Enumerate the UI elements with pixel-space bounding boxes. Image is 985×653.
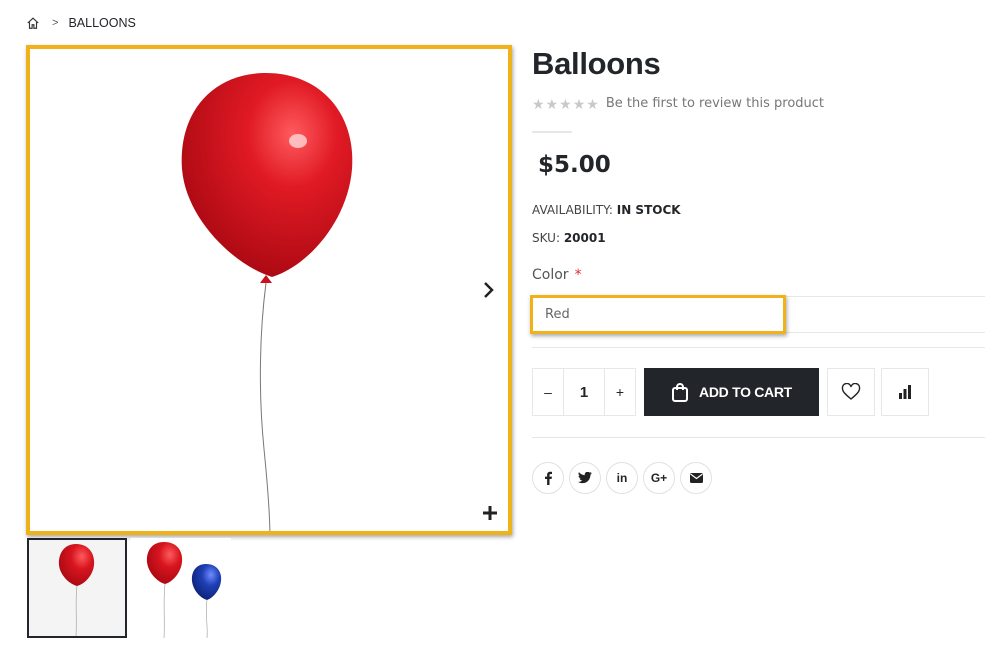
zoom-plus-icon[interactable] — [482, 505, 498, 521]
add-to-cart-button[interactable]: ADD TO CART — [644, 368, 819, 416]
divider — [532, 437, 985, 438]
google-plus-share-button[interactable]: G+ — [643, 462, 675, 494]
availability: AVAILABILITY: IN STOCK — [532, 203, 681, 217]
thumbnail-1[interactable] — [27, 538, 127, 638]
product-title: Balloons — [532, 46, 661, 81]
envelope-icon — [689, 473, 703, 483]
next-image-arrow-icon[interactable] — [482, 279, 496, 301]
star-icon: ★ — [559, 95, 572, 112]
thumbnail-red-blue-balloons-image — [146, 542, 222, 638]
divider — [532, 347, 985, 348]
wishlist-button[interactable] — [827, 368, 875, 416]
required-marker: * — [574, 267, 582, 283]
breadcrumb-separator: > — [52, 17, 59, 29]
star-icon: ★ — [532, 95, 545, 112]
thumbnail-red-balloon-image — [58, 544, 95, 636]
color-label-text: Color — [532, 267, 569, 283]
star-icon: ★ — [572, 95, 586, 112]
red-balloon-image — [181, 73, 353, 531]
product-price: $5.00 — [538, 152, 611, 178]
qty-decrease-button[interactable]: – — [533, 369, 563, 415]
availability-label: AVAILABILITY: — [532, 203, 613, 217]
sku-value: 20001 — [563, 231, 606, 245]
star-icon: ★ — [545, 95, 559, 112]
email-share-button[interactable] — [680, 462, 712, 494]
color-select[interactable]: Red — [530, 295, 786, 334]
compare-button[interactable] — [881, 368, 929, 416]
breadcrumb-current: BALLOONS — [68, 16, 136, 30]
linkedin-icon: in — [616, 471, 628, 485]
qty-increase-button[interactable]: + — [605, 369, 635, 415]
facebook-icon — [545, 471, 552, 485]
linkedin-share-button[interactable]: in — [606, 462, 638, 494]
sku: SKU: 20001 — [532, 231, 606, 245]
color-option-label: Color * — [532, 267, 582, 283]
rating: ★ ★ ★ ★ ★ Be the first to review this pr… — [532, 96, 824, 111]
availability-value: IN STOCK — [616, 203, 681, 217]
facebook-share-button[interactable] — [532, 462, 564, 494]
sku-label: SKU: — [532, 231, 560, 245]
bar-chart-icon — [899, 385, 911, 399]
shopping-bag-icon — [672, 383, 689, 402]
home-icon[interactable] — [26, 16, 40, 30]
star-icon: ★ — [586, 95, 599, 112]
main-product-image[interactable] — [26, 45, 512, 535]
quantity-stepper: – 1 + — [532, 368, 636, 416]
thumbnail-2[interactable] — [131, 538, 231, 638]
add-to-cart-label: ADD TO CART — [699, 384, 792, 400]
review-link[interactable]: Be the first to review this product — [606, 96, 824, 111]
breadcrumb: > BALLOONS — [26, 15, 136, 31]
qty-input[interactable]: 1 — [563, 369, 605, 415]
twitter-share-button[interactable] — [569, 462, 601, 494]
heart-icon — [841, 383, 861, 400]
google-plus-icon: G+ — [650, 471, 668, 485]
twitter-icon — [578, 472, 592, 484]
rating-stars: ★ ★ ★ ★ ★ — [532, 97, 599, 111]
divider — [532, 131, 572, 133]
